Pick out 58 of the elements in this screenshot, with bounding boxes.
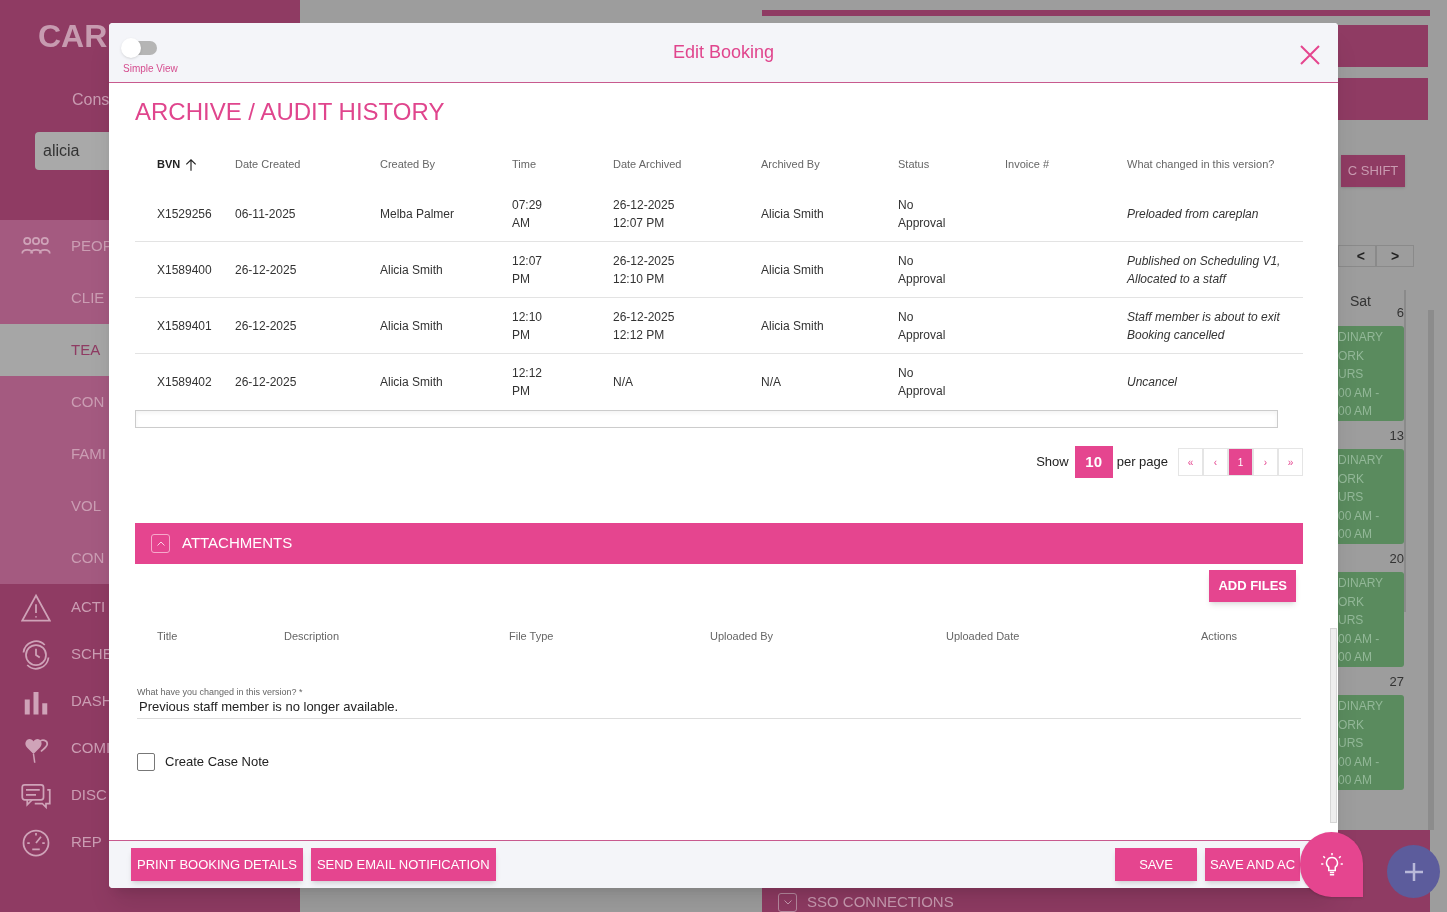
table-cell-text: N/A (761, 374, 782, 391)
table-cell-text: 12:07 PM (512, 252, 544, 288)
table-cell-text: 07:29 AM (512, 196, 544, 232)
logo-text: CAR (38, 17, 108, 56)
pagination-label: Show (1036, 453, 1069, 472)
event-text: URS (1338, 612, 1365, 629)
event-text: ORK (1338, 716, 1365, 734)
table-cell-text: X1589402 (157, 374, 213, 391)
event-text: ORK (1338, 470, 1365, 488)
table-cell-text: Alicia Smith (380, 261, 444, 279)
date-label: 20 (1389, 550, 1404, 568)
table-cell-text: Uncancel (1127, 374, 1179, 391)
table-cell-text: 12:12 PM (512, 365, 544, 400)
subtitle-text: Cons (72, 90, 110, 110)
section-title: SSO CONNECTIONS (807, 892, 954, 912)
checkbox-label: Create Case Note (165, 753, 270, 771)
table-cell-text: 26-12-2025 (235, 374, 298, 391)
event-text: URS (1338, 366, 1365, 383)
table-cell-text: Alicia Smith (761, 205, 825, 223)
event-text: DINARY (1338, 452, 1385, 469)
table-cell-text: No Approval (898, 365, 947, 400)
event-text: URS (1338, 489, 1365, 506)
table-cell-text: 12:10 PM (512, 308, 544, 344)
day-header: Sat (1350, 292, 1371, 311)
section-heading: ARCHIVE / AUDIT HISTORY (135, 97, 445, 127)
table-cell-text: Alicia Smith (380, 374, 444, 391)
table-cell-text: Staff member is about to exit Booking cancelled (1127, 308, 1281, 344)
table-cell-text: No Approval (898, 308, 947, 344)
date-label: 27 (1389, 673, 1404, 691)
table-cell-text: No Approval (898, 196, 947, 232)
table-cell-text: Published on Scheduling V1, Allocated to a staff (1127, 252, 1282, 288)
event-text: DINARY (1338, 698, 1385, 715)
event-text: ORK (1338, 593, 1365, 611)
date-label: 13 (1389, 427, 1404, 445)
event-text: URS (1338, 735, 1365, 752)
toggle-label: Simple View (123, 62, 178, 76)
table-cell-text: No Approval (898, 252, 947, 288)
date-label: 6 (1396, 304, 1404, 322)
table-cell-text: 06-11-2025 (235, 205, 297, 223)
table-cell-text: Melba Palmer (380, 205, 456, 223)
table-cell-text: X1529256 (157, 205, 213, 223)
table-cell-text: 26-12-2025 (235, 317, 298, 335)
table-cell-text: Alicia Smith (761, 261, 825, 279)
table-cell-text: 26-12-2025 12:07 PM (613, 196, 676, 232)
table-cell-text: 26-12-2025 12:10 PM (613, 252, 676, 288)
table-cell-text: X1589401 (157, 317, 213, 335)
table-cell-text: Alicia Smith (761, 317, 825, 335)
event-text: ORK (1338, 347, 1365, 365)
table-cell-text: 26-12-2025 (235, 261, 298, 279)
event-text: DINARY (1338, 575, 1385, 592)
event-text: DINARY (1338, 329, 1385, 346)
table-cell-text: Preloaded from careplan (1127, 205, 1260, 223)
pagination-label: per page (1116, 453, 1168, 472)
table-cell-text: N/A (613, 374, 634, 391)
modal-title: Edit Booking (672, 41, 775, 64)
table-cell-text: Alicia Smith (380, 317, 444, 335)
table-cell-text: X1589400 (157, 261, 213, 279)
table-cell-text: 26-12-2025 12:12 PM (613, 308, 676, 344)
